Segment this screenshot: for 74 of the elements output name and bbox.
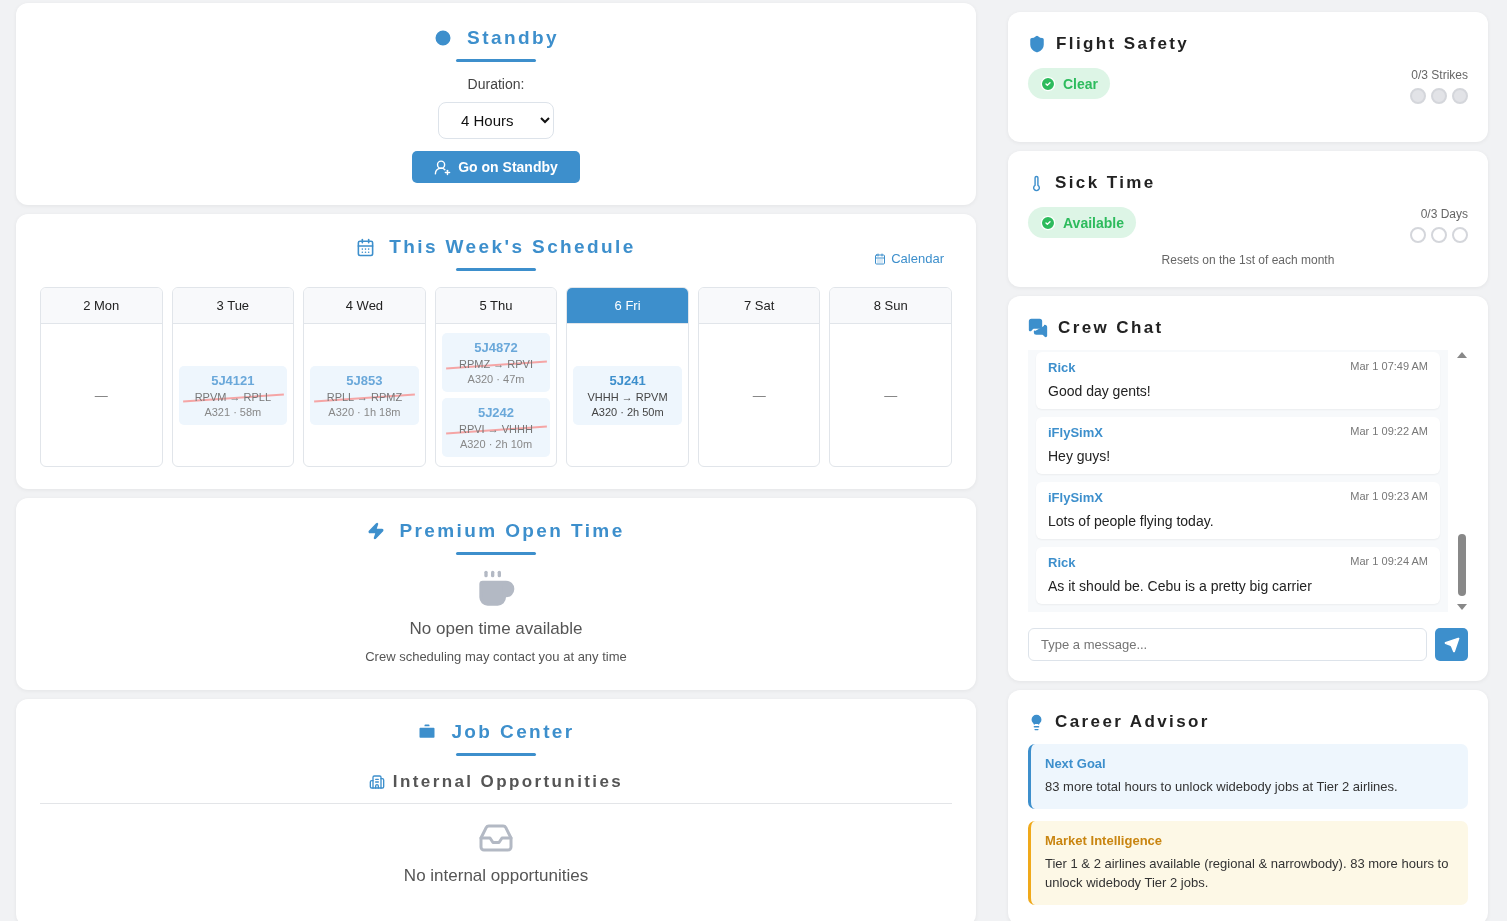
scrollbar-icon[interactable] [1456,350,1468,612]
empty-note: Crew scheduling may contact you at any time [365,649,627,664]
card-title: This Week's Schedule [389,236,636,258]
advice-text: Tier 1 & 2 airlines available (regional & narrowbody). 83 more hours to unlock widebody Tier 2 jobs. [1045,854,1450,892]
day-header[interactable]: 8 Sun [830,288,951,324]
field-label: Duration: [467,76,525,92]
flight-route: VHHH → RPVM [587,390,668,403]
flight-details: A320 · 47m [467,373,525,385]
message-author: iFlySimX [1048,490,1103,505]
check-circle-icon [1040,75,1056,92]
calendar-icon [356,237,376,257]
message-author: iFlySimX [1048,425,1103,440]
briefcase-icon [417,722,438,742]
status-badge: Clear [1028,68,1111,99]
empty-dash: — [752,387,766,403]
message-text: Lots of people flying today. [1048,513,1215,529]
flight-number: 5J4872 [474,340,518,355]
lightning-icon [367,522,386,540]
day-header[interactable]: 5 Thu [435,288,557,324]
advice-text: 83 more total hours to unlock widebody jobs at Tier 2 airlines. [1045,778,1399,796]
empty-message: No open time available [409,619,583,639]
advice-title: Next Goal [1045,756,1107,771]
calendar-icon [874,252,887,265]
card-title: Standby [467,27,559,49]
calendar-link[interactable]: Calendar [874,251,944,266]
standby-button[interactable]: Go on Standby [412,151,580,183]
message-time: Mar 1 07:49 AM [1350,360,1428,374]
message-input[interactable]: Type a message... [1028,628,1427,661]
flight-card[interactable]: 5J241 VHHH → RPVM A320 · 2h 50m [573,365,682,425]
message-author: Rick [1048,360,1076,375]
section-title: Internal Opportunities [392,772,624,792]
status-badge: Available [1028,207,1136,238]
building-icon [368,774,385,790]
send-button[interactable] [1435,628,1468,661]
message-text: As it should be. Cebu is a pretty big carrier [1048,578,1313,594]
message-author: Rick [1048,555,1076,570]
count-text: 0/3 Days [1420,207,1468,221]
message-text: Good day gents! [1048,383,1152,399]
empty-message: No internal opportunities [403,866,589,886]
check-circle-icon [1040,214,1056,231]
day-header[interactable]: 7 Sat [698,288,820,324]
message-text: Hey guys! [1048,448,1112,464]
flight-number: 5J4121 [211,372,255,388]
card-title: Flight Safety [1056,34,1190,54]
day-header[interactable]: 2 Mon [41,288,162,324]
flight-details: A320 · 1h 18m [328,405,401,418]
message-time: Mar 1 09:23 AM [1350,490,1428,504]
empty-dash: — [884,387,898,403]
flight-number: 5J242 [477,405,515,420]
flight-number: 5J853 [346,372,383,388]
flight-number: 5J241 [609,372,646,388]
message-time: Mar 1 09:22 AM [1350,425,1428,439]
reset-note: Resets on the 1st of each month [1161,253,1335,267]
advice-title: Market Intelligence [1045,832,1164,848]
flight-details: A321 · 58m [204,405,262,418]
flight-details: A320 · 2h 10m [459,438,533,450]
card-title: Premium Open Time [399,520,625,542]
card-title: Sick Time [1055,173,1156,193]
chat-bubbles-icon [1028,318,1048,338]
paper-plane-icon [1443,636,1460,653]
card-title: Crew Chat [1058,318,1164,338]
coffee-cup-icon [476,569,516,609]
day-header[interactable]: 6 Fri [567,288,688,324]
day-header[interactable]: 3 Tue [172,288,294,324]
duration-select[interactable]: 4 Hours [438,102,554,139]
card-title: Job Center [451,721,575,743]
flight-details: A320 · 2h 50m [591,405,664,418]
empty-dash: — [94,387,108,403]
shield-icon [1028,35,1046,53]
user-icon [434,158,452,176]
day-header[interactable]: 4 Wed [304,288,425,324]
card-title: Career Advisor [1055,712,1210,732]
count-text: 0/3 Strikes [1411,68,1468,82]
message-time: Mar 1 09:24 AM [1350,555,1428,569]
